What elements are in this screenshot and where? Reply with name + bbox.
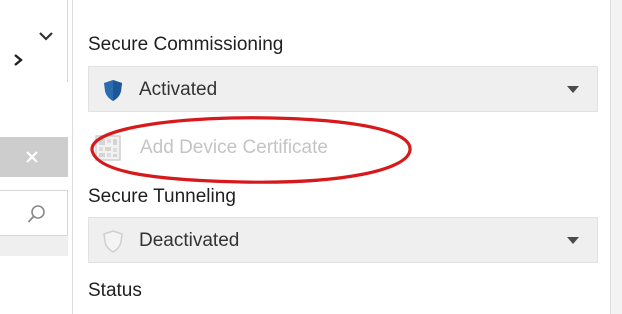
secure-tunneling-label: Secure Tunneling [88,186,236,207]
dropdown-arrow-icon[interactable] [567,237,579,244]
close-icon[interactable] [22,147,42,167]
secure-tunneling-value: Deactivated [139,230,240,251]
secure-commissioning-value: Activated [139,79,218,100]
chevron-down-icon[interactable] [36,26,56,46]
panel-divider [72,0,73,314]
close-tab[interactable] [0,137,68,177]
search-icon[interactable] [26,203,48,225]
secure-commissioning-label: Secure Commissioning [88,34,284,55]
certificate-grid-icon [94,134,122,162]
shield-icon [101,78,125,102]
left-list-band [0,236,68,256]
add-device-certificate-button[interactable]: Add Device Certificate [88,130,408,166]
app-root: Secure Commissioning Activated Add Devic… [0,0,622,314]
shield-outline-icon [101,229,125,253]
search-box[interactable] [0,190,68,236]
secure-commissioning-dropdown[interactable]: Activated [88,66,598,112]
chevron-right-icon[interactable] [10,52,26,68]
left-top-panel [0,0,68,82]
left-sidebar-strip [0,0,68,314]
status-label: Status [88,280,142,301]
secure-tunneling-dropdown[interactable]: Deactivated [88,217,598,263]
dropdown-arrow-icon[interactable] [567,86,579,93]
add-device-certificate-label: Add Device Certificate [140,137,328,158]
right-scrollbar-track[interactable] [610,0,622,314]
